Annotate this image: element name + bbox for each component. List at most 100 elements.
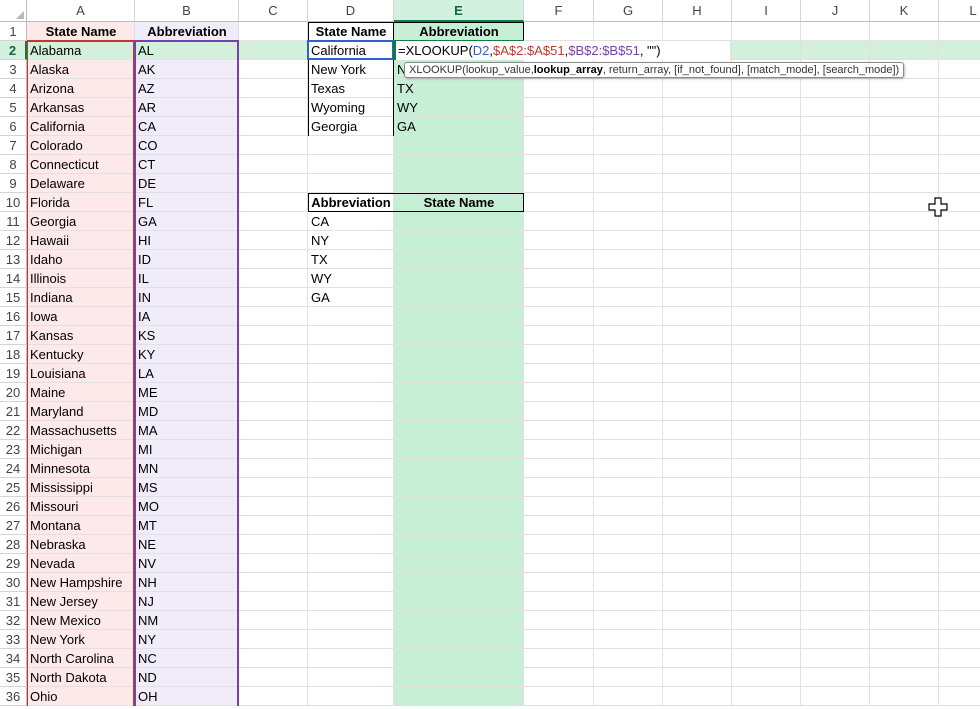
- column-header-d[interactable]: D: [308, 0, 394, 22]
- state-abbr-cell[interactable]: NV: [135, 554, 239, 573]
- state-name-cell[interactable]: California: [27, 117, 135, 136]
- lookup-name-cell[interactable]: New York: [308, 60, 394, 79]
- row-header-29[interactable]: 29: [0, 554, 27, 573]
- state-name-cell[interactable]: Louisiana: [27, 364, 135, 383]
- cell-d10-header[interactable]: Abbreviation: [308, 193, 394, 212]
- state-abbr-cell[interactable]: GA: [135, 212, 239, 231]
- state-name-cell[interactable]: Idaho: [27, 250, 135, 269]
- row-header-7[interactable]: 7: [0, 136, 27, 155]
- row-header-16[interactable]: 16: [0, 307, 27, 326]
- row-header-26[interactable]: 26: [0, 497, 27, 516]
- select-all-corner[interactable]: [0, 0, 27, 22]
- row-header-36[interactable]: 36: [0, 687, 27, 706]
- state-abbr-cell[interactable]: ID: [135, 250, 239, 269]
- state-abbr-cell[interactable]: NC: [135, 649, 239, 668]
- state-name-cell[interactable]: Massachusetts: [27, 421, 135, 440]
- state-name-cell[interactable]: North Carolina: [27, 649, 135, 668]
- lookup-result-cell[interactable]: TX: [394, 79, 524, 98]
- function-tooltip[interactable]: XLOOKUP(lookup_value, lookup_array, retu…: [404, 62, 905, 78]
- row-header-32[interactable]: 32: [0, 611, 27, 630]
- row-header-11[interactable]: 11: [0, 212, 27, 231]
- row-header-35[interactable]: 35: [0, 668, 27, 687]
- column-header-h[interactable]: H: [663, 0, 732, 22]
- state-name-cell[interactable]: Arizona: [27, 79, 135, 98]
- row-header-6[interactable]: 6: [0, 117, 27, 136]
- state-abbr-cell[interactable]: OH: [135, 687, 239, 706]
- state-name-cell[interactable]: Kentucky: [27, 345, 135, 364]
- cell-e10-header[interactable]: State Name: [394, 193, 524, 212]
- cell-e2-formula-editor[interactable]: =XLOOKUP(D2, $A$2:$A$51, $B$2:$B$51, ""): [394, 41, 730, 60]
- state-name-cell[interactable]: Missouri: [27, 497, 135, 516]
- state-abbr-cell[interactable]: IL: [135, 269, 239, 288]
- row-header-21[interactable]: 21: [0, 402, 27, 421]
- row-header-27[interactable]: 27: [0, 516, 27, 535]
- state-name-cell[interactable]: Ohio: [27, 687, 135, 706]
- state-name-cell[interactable]: Maryland: [27, 402, 135, 421]
- row-header-28[interactable]: 28: [0, 535, 27, 554]
- state-name-cell[interactable]: Nevada: [27, 554, 135, 573]
- state-abbr-cell[interactable]: MI: [135, 440, 239, 459]
- lookup-result-cell[interactable]: WY: [394, 98, 524, 117]
- reverse-abbr-cell[interactable]: TX: [308, 250, 394, 269]
- row-header-25[interactable]: 25: [0, 478, 27, 497]
- reverse-abbr-cell[interactable]: GA: [308, 288, 394, 307]
- reverse-abbr-cell[interactable]: NY: [308, 231, 394, 250]
- row-header-3[interactable]: 3: [0, 60, 27, 79]
- lookup-name-cell[interactable]: California: [308, 41, 394, 60]
- row-header-24[interactable]: 24: [0, 459, 27, 478]
- state-abbr-cell[interactable]: NE: [135, 535, 239, 554]
- state-abbr-cell[interactable]: MT: [135, 516, 239, 535]
- cell-b1-header[interactable]: Abbreviation: [135, 22, 239, 41]
- column-header-j[interactable]: J: [801, 0, 870, 22]
- state-name-cell[interactable]: Florida: [27, 193, 135, 212]
- row-header-4[interactable]: 4: [0, 79, 27, 98]
- row-header-34[interactable]: 34: [0, 649, 27, 668]
- state-abbr-cell[interactable]: MO: [135, 497, 239, 516]
- state-name-cell[interactable]: Hawaii: [27, 231, 135, 250]
- row-header-23[interactable]: 23: [0, 440, 27, 459]
- column-header-c[interactable]: C: [239, 0, 308, 22]
- state-abbr-cell[interactable]: FL: [135, 193, 239, 212]
- row-header-2[interactable]: 2: [0, 41, 27, 60]
- state-abbr-cell[interactable]: MD: [135, 402, 239, 421]
- spreadsheet-grid[interactable]: State Name Abbreviation State Name Abbrevia…: [0, 0, 980, 709]
- column-header-g[interactable]: G: [594, 0, 663, 22]
- state-name-cell[interactable]: Alabama: [27, 41, 135, 60]
- state-name-cell[interactable]: Illinois: [27, 269, 135, 288]
- tooltip-function-name[interactable]: XLOOKUP(: [409, 64, 466, 76]
- state-name-cell[interactable]: Michigan: [27, 440, 135, 459]
- cell-d1-header[interactable]: State Name: [308, 22, 394, 41]
- state-abbr-cell[interactable]: CO: [135, 136, 239, 155]
- state-abbr-cell[interactable]: AL: [135, 41, 239, 60]
- state-abbr-cell[interactable]: HI: [135, 231, 239, 250]
- column-header-l[interactable]: L: [939, 0, 980, 22]
- cell-e1-header[interactable]: Abbreviation: [394, 22, 524, 41]
- state-abbr-cell[interactable]: IN: [135, 288, 239, 307]
- state-abbr-cell[interactable]: CA: [135, 117, 239, 136]
- row-header-22[interactable]: 22: [0, 421, 27, 440]
- state-abbr-cell[interactable]: KS: [135, 326, 239, 345]
- column-header-f[interactable]: F: [524, 0, 594, 22]
- state-name-cell[interactable]: New Mexico: [27, 611, 135, 630]
- state-abbr-cell[interactable]: NY: [135, 630, 239, 649]
- state-abbr-cell[interactable]: ME: [135, 383, 239, 402]
- state-name-cell[interactable]: Arkansas: [27, 98, 135, 117]
- state-name-cell[interactable]: Maine: [27, 383, 135, 402]
- reverse-abbr-cell[interactable]: WY: [308, 269, 394, 288]
- column-header-b[interactable]: B: [135, 0, 239, 22]
- row-header-31[interactable]: 31: [0, 592, 27, 611]
- lookup-name-cell[interactable]: Wyoming: [308, 98, 394, 117]
- state-abbr-cell[interactable]: CT: [135, 155, 239, 174]
- state-abbr-cell[interactable]: MS: [135, 478, 239, 497]
- state-abbr-cell[interactable]: ND: [135, 668, 239, 687]
- state-abbr-cell[interactable]: AZ: [135, 79, 239, 98]
- state-abbr-cell[interactable]: IA: [135, 307, 239, 326]
- lookup-name-cell[interactable]: Texas: [308, 79, 394, 98]
- state-name-cell[interactable]: New York: [27, 630, 135, 649]
- lookup-result-cell[interactable]: GA: [394, 117, 524, 136]
- cell-a1-header[interactable]: State Name: [27, 22, 135, 41]
- state-name-cell[interactable]: Minnesota: [27, 459, 135, 478]
- row-header-5[interactable]: 5: [0, 98, 27, 117]
- state-name-cell[interactable]: North Dakota: [27, 668, 135, 687]
- row-header-1[interactable]: 1: [0, 22, 27, 41]
